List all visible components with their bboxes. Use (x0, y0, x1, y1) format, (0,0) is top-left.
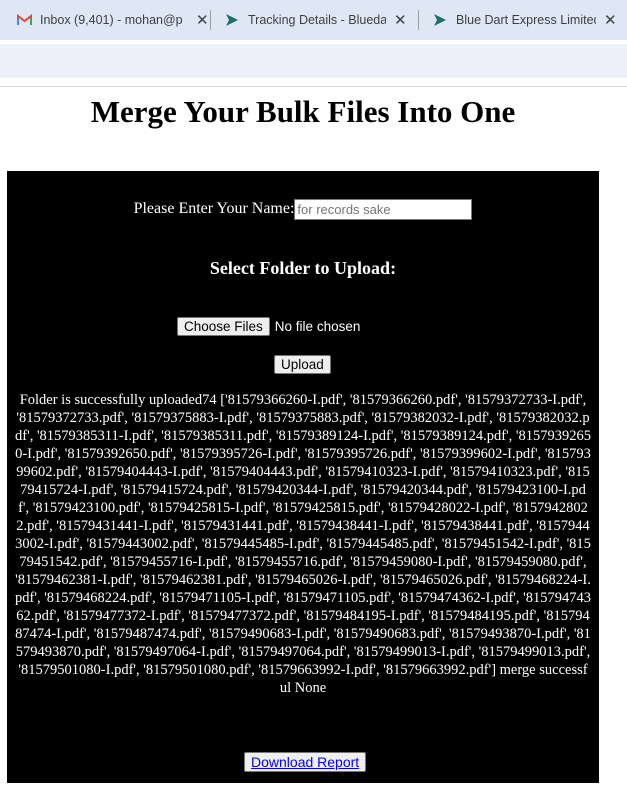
choose-files-button[interactable]: Choose Files (177, 317, 270, 336)
file-picker: Choose Files No file chosen (177, 317, 360, 336)
bluedart-icon (224, 12, 240, 28)
close-tab-icon[interactable]: ✕ (196, 11, 209, 29)
browser-tab-blue-dart[interactable]: Blue Dart Express Limited ✕ (432, 0, 617, 40)
upload-result-text: Folder is successfully uploaded74 ['8157… (15, 392, 592, 696)
name-row: Please Enter Your Name: (7, 199, 599, 220)
browser-tab-gmail[interactable]: Inbox (9,401) - mohan@p ✕ (16, 0, 209, 40)
name-label: Please Enter Your Name: (133, 200, 295, 218)
toolbar-divider (0, 86, 627, 87)
upload-heading: Select Folder to Upload: (209, 258, 397, 278)
bluedart-icon (432, 12, 448, 28)
download-report-link[interactable]: Download Report (251, 754, 359, 770)
tab-title: Blue Dart Express Limited (456, 13, 596, 27)
tab-title: Inbox (9,401) - mohan@p (40, 13, 183, 27)
tab-title: Tracking Details - Bluedart (248, 13, 386, 27)
close-tab-icon[interactable]: ✕ (604, 11, 617, 29)
name-input[interactable] (294, 199, 473, 220)
page-title: Merge Your Bulk Files Into One (90, 94, 516, 129)
browser-toolbar (0, 44, 627, 78)
file-status-text: No file chosen (274, 319, 361, 334)
browser-tab-strip: Inbox (9,401) - mohan@p ✕ Tracking Detai… (0, 0, 627, 40)
download-report-button[interactable]: Download Report (244, 752, 367, 772)
tab-separator (418, 10, 419, 30)
close-tab-icon[interactable]: ✕ (394, 11, 407, 29)
upload-button[interactable]: Upload (274, 355, 331, 374)
upload-panel: Please Enter Your Name: Select Folder to… (7, 171, 599, 783)
browser-tab-tracking-details[interactable]: Tracking Details - Bluedart ✕ (224, 0, 407, 40)
gmail-icon (16, 12, 32, 28)
tab-separator (210, 10, 211, 30)
